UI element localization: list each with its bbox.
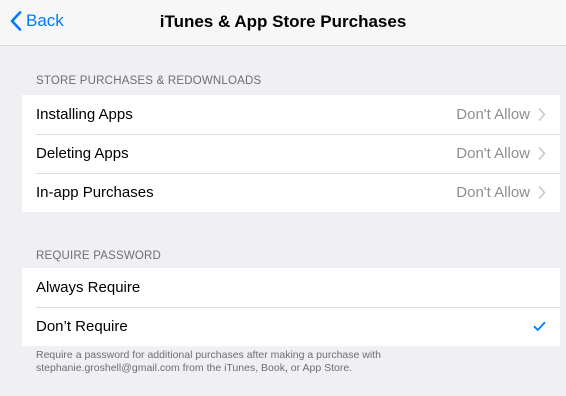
chevron-left-icon (10, 11, 22, 31)
require-password-group: Always Require Don’t Require (22, 268, 560, 346)
chevron-right-icon (538, 108, 546, 121)
footer-line: Require a password for additional purcha… (36, 349, 381, 361)
chevron-right-icon (538, 186, 546, 199)
row-always-require[interactable]: Always Require (22, 268, 560, 307)
row-installing-apps[interactable]: Installing Apps Don't Allow (22, 95, 560, 134)
row-deleting-apps[interactable]: Deleting Apps Don't Allow (22, 134, 560, 173)
require-password-footer: Require a password for additional purcha… (36, 349, 536, 375)
back-button[interactable]: Back (10, 11, 64, 31)
row-value: Don't Allow (456, 145, 530, 162)
page-title: iTunes & App Store Purchases (159, 12, 407, 31)
section-header-store-purchases: STORE PURCHASES & REDOWNLOADS (36, 75, 262, 87)
store-purchases-group: Installing Apps Don't Allow Deleting App… (22, 95, 560, 212)
row-dont-require[interactable]: Don’t Require (22, 307, 560, 346)
row-label: In-app Purchases (36, 184, 154, 201)
section-header-require-password: REQUIRE PASSWORD (36, 250, 162, 262)
checkmark-icon (533, 321, 546, 332)
chevron-right-icon (538, 147, 546, 160)
row-label: Always Require (36, 279, 141, 296)
footer-line: stephanie.groshell@gmail.com from the iT… (36, 362, 353, 374)
row-value: Don't Allow (456, 106, 530, 123)
row-value: Don't Allow (456, 184, 530, 201)
row-label: Don’t Require (36, 318, 128, 335)
back-button-label: Back (26, 11, 64, 30)
row-label: Deleting Apps (36, 145, 129, 162)
row-in-app-purchases[interactable]: In-app Purchases Don't Allow (22, 173, 560, 212)
navigation-bar: Back iTunes & App Store Purchases (0, 0, 566, 46)
row-label: Installing Apps (36, 106, 133, 123)
